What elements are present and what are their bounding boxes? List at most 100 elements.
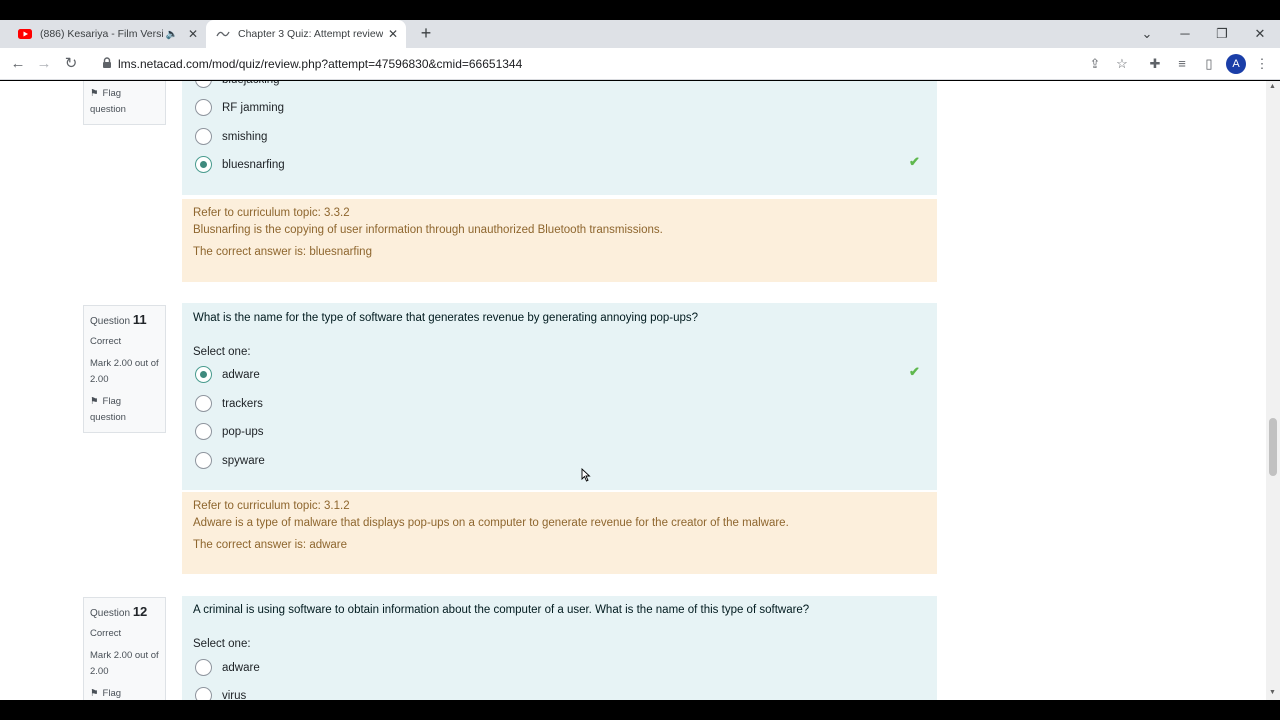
flag-icon: ⚑ xyxy=(90,88,99,99)
restore-icon[interactable]: ❐ xyxy=(1212,24,1232,44)
speaker-icon[interactable]: 🔈 xyxy=(166,29,178,40)
answer-option[interactable]: adware xyxy=(195,659,260,676)
flag-label-2: question xyxy=(90,104,126,115)
option-label: adware xyxy=(222,661,260,674)
avatar[interactable]: A xyxy=(1226,54,1246,74)
netacad-icon xyxy=(216,31,230,37)
answer-option[interactable]: bluesnarfing xyxy=(195,156,285,173)
correct-check-icon: ✔ xyxy=(909,364,920,379)
extensions-icon[interactable]: ✚ xyxy=(1145,54,1165,74)
answer-option[interactable]: bluejacking xyxy=(195,81,280,88)
side-panel-icon[interactable]: ▯ xyxy=(1199,54,1219,74)
answer-option[interactable]: adware xyxy=(195,366,260,383)
question-grade-2: 2.00 xyxy=(90,666,109,677)
address-bar[interactable]: lms.netacad.com/mod/quiz/review.php?atte… xyxy=(118,57,522,71)
question-info-10: ⚑ Flag question xyxy=(83,81,166,125)
tab-youtube[interactable]: (886) Kesariya - Film Version 🔈 ✕ xyxy=(8,20,206,48)
browser-toolbar: ← → ↻ lms.netacad.com/mod/quiz/review.ph… xyxy=(0,48,1280,80)
tab-search-icon[interactable]: ⌄ xyxy=(1137,24,1157,44)
scrollbar-thumb[interactable] xyxy=(1269,418,1277,476)
radio-button[interactable] xyxy=(195,81,212,88)
flag-question-link[interactable]: ⚑ Flag xyxy=(90,394,159,410)
question-11-feedback: Refer to curriculum topic: 3.1.2 Adware … xyxy=(182,492,937,574)
curriculum-topic: Refer to curriculum topic: 3.3.2 xyxy=(193,207,350,219)
close-window-icon[interactable]: ✕ xyxy=(1250,24,1270,44)
scroll-down-icon[interactable]: ▼ xyxy=(1269,689,1276,696)
question-10-formulation: bluejacking RF jamming smishing bluesnar… xyxy=(182,81,937,195)
curriculum-topic: Refer to curriculum topic: 3.1.2 xyxy=(193,500,350,512)
option-label: bluesnarfing xyxy=(222,158,285,171)
flag-label: Flag xyxy=(102,688,122,699)
flag-label: Flag xyxy=(102,88,122,99)
answer-option[interactable]: virus xyxy=(195,687,246,700)
tab-quiz-review[interactable]: Chapter 3 Quiz: Attempt review ✕ xyxy=(206,20,406,48)
mouse-cursor-icon xyxy=(581,468,591,482)
question-info-11: Question 11 Correct Mark 2.00 out of 2.0… xyxy=(83,305,166,433)
radio-button[interactable] xyxy=(195,452,212,469)
question-grade: Mark 2.00 out of xyxy=(90,650,159,661)
question-state: Correct xyxy=(90,336,122,347)
tab-title: (886) Kesariya - Film Version xyxy=(40,28,164,40)
forward-icon[interactable]: → xyxy=(34,54,54,74)
share-icon[interactable]: ⇪ xyxy=(1085,54,1105,74)
scrollbar[interactable]: ▲ ▼ xyxy=(1266,81,1280,700)
radio-button-checked[interactable] xyxy=(195,366,212,383)
browser-window: (886) Kesariya - Film Version 🔈 ✕ Chapte… xyxy=(0,0,1280,720)
flag-label-2: question xyxy=(90,412,126,423)
option-label: bluejacking xyxy=(222,81,280,86)
question-number: Question 12 xyxy=(90,604,148,619)
answer-option[interactable]: trackers xyxy=(195,395,263,412)
question-text: What is the name for the type of softwar… xyxy=(193,312,699,324)
question-11-formulation: What is the name for the type of softwar… xyxy=(182,303,937,490)
flag-label: Flag xyxy=(102,396,122,407)
tab-strip: (886) Kesariya - Film Version 🔈 ✕ Chapte… xyxy=(0,20,1280,48)
youtube-icon xyxy=(18,29,32,39)
lock-icon[interactable] xyxy=(100,56,114,70)
answer-option[interactable]: RF jamming xyxy=(195,99,284,116)
question-state: Correct xyxy=(90,628,122,639)
option-label: virus xyxy=(222,689,247,701)
question-10-feedback: Refer to curriculum topic: 3.3.2 Blusnar… xyxy=(182,199,937,282)
radio-button[interactable] xyxy=(195,687,212,700)
radio-button[interactable] xyxy=(195,128,212,145)
radio-button[interactable] xyxy=(195,395,212,412)
reload-icon[interactable]: ↻ xyxy=(61,54,81,74)
scroll-up-icon[interactable]: ▲ xyxy=(1269,83,1276,90)
question-info-12: Question 12 Correct Mark 2.00 out of 2.0… xyxy=(83,597,166,700)
answer-option[interactable]: spyware xyxy=(195,452,265,469)
answer-option[interactable]: pop-ups xyxy=(195,423,264,440)
option-label: spyware xyxy=(222,454,265,467)
close-icon[interactable]: ✕ xyxy=(388,27,398,41)
page-content: ⚑Flag question bluejacking RF jamming sm… xyxy=(0,81,1266,700)
radio-button[interactable] xyxy=(195,99,212,116)
option-label: pop-ups xyxy=(222,425,264,438)
option-label: smishing xyxy=(222,130,268,143)
menu-icon[interactable]: ⋮ xyxy=(1252,54,1272,74)
select-one-prompt: Select one: xyxy=(193,638,251,650)
option-label: trackers xyxy=(222,397,263,410)
new-tab-button[interactable]: + xyxy=(416,24,436,44)
correct-answer-text: The correct answer is: bluesnarfing xyxy=(193,246,372,258)
option-label: adware xyxy=(222,368,260,381)
question-grade-2: 2.00 xyxy=(90,374,109,385)
back-icon[interactable]: ← xyxy=(8,54,28,74)
flag-question-link[interactable]: ⚑ Flag xyxy=(90,86,126,102)
question-text: A criminal is using software to obtain i… xyxy=(193,604,810,616)
answer-option[interactable]: smishing xyxy=(195,128,267,145)
close-icon[interactable]: ✕ xyxy=(188,27,198,41)
radio-button[interactable] xyxy=(195,423,212,440)
radio-button-checked[interactable] xyxy=(195,156,212,173)
feedback-explanation: Blusnarfing is the copying of user infor… xyxy=(193,224,663,236)
flag-icon: ⚑ xyxy=(90,396,99,407)
minimize-icon[interactable]: ─ xyxy=(1175,24,1195,44)
question-grade: Mark 2.00 out of xyxy=(90,358,159,369)
radio-button[interactable] xyxy=(195,659,212,676)
select-one-prompt: Select one: xyxy=(193,346,251,358)
media-control-icon[interactable]: ≡ xyxy=(1172,54,1192,74)
bookmark-star-icon[interactable]: ☆ xyxy=(1112,54,1132,74)
question-number: Question 11 xyxy=(90,312,147,327)
correct-check-icon: ✔ xyxy=(909,154,920,169)
question-12-formulation: A criminal is using software to obtain i… xyxy=(182,596,937,700)
flag-question-link[interactable]: ⚑ Flag xyxy=(90,686,159,700)
feedback-explanation: Adware is a type of malware that display… xyxy=(193,517,789,529)
